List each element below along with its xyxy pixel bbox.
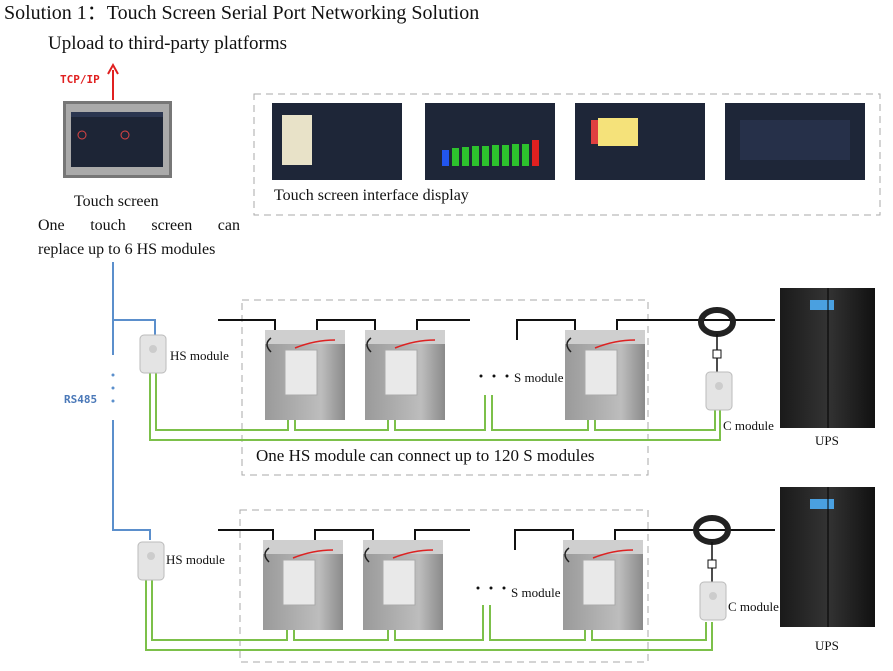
upload-label: Upload to third-party platforms <box>48 33 288 54</box>
s-module-battery <box>362 539 444 631</box>
s-module-battery <box>562 539 644 631</box>
ups-label: UPS <box>815 638 839 653</box>
rs485-label: RS485 <box>64 393 98 406</box>
hs-module-1 <box>139 334 167 374</box>
row1-caption: One HS module can connect up to 120 S mo… <box>256 446 595 465</box>
hs-module-label: HS module <box>170 348 229 363</box>
diagram: Solution 1：Touch Screen Serial Port Netw… <box>0 0 893 671</box>
touch-screen-desc-1: One touch screen can <box>38 217 240 234</box>
interface-display-label: Touch screen interface display <box>274 187 469 204</box>
c-module-2 <box>699 581 727 621</box>
touch-screen-desc-2: replace up to 6 HS modules <box>38 241 216 258</box>
s-module-battery <box>564 329 646 421</box>
ups-label: UPS <box>815 433 839 448</box>
touch-screen-label: Touch screen <box>74 193 159 210</box>
current-sensor-1 <box>698 307 736 337</box>
page-title: Solution 1：Touch Screen Serial Port Netw… <box>4 2 480 24</box>
tcp-ip-label: TCP/IP <box>60 73 100 86</box>
interface-screenshots <box>272 103 865 180</box>
rs485-bus <box>112 262 156 540</box>
c-module-label: C module <box>728 599 779 614</box>
s-module-label: S module <box>511 585 561 600</box>
hs-module-label: HS module <box>166 552 225 567</box>
s-module-battery <box>264 329 346 421</box>
s-module-battery <box>364 329 446 421</box>
c-module-1 <box>705 371 733 411</box>
ups-1 <box>779 287 876 429</box>
hs-module-2 <box>137 541 165 581</box>
c-module-label: C module <box>723 418 774 433</box>
touch-screen-device <box>63 101 172 178</box>
s-module-label: S module <box>514 370 564 385</box>
ups-2 <box>779 486 876 628</box>
diagram-graphics <box>63 62 881 663</box>
s-module-battery <box>262 539 344 631</box>
